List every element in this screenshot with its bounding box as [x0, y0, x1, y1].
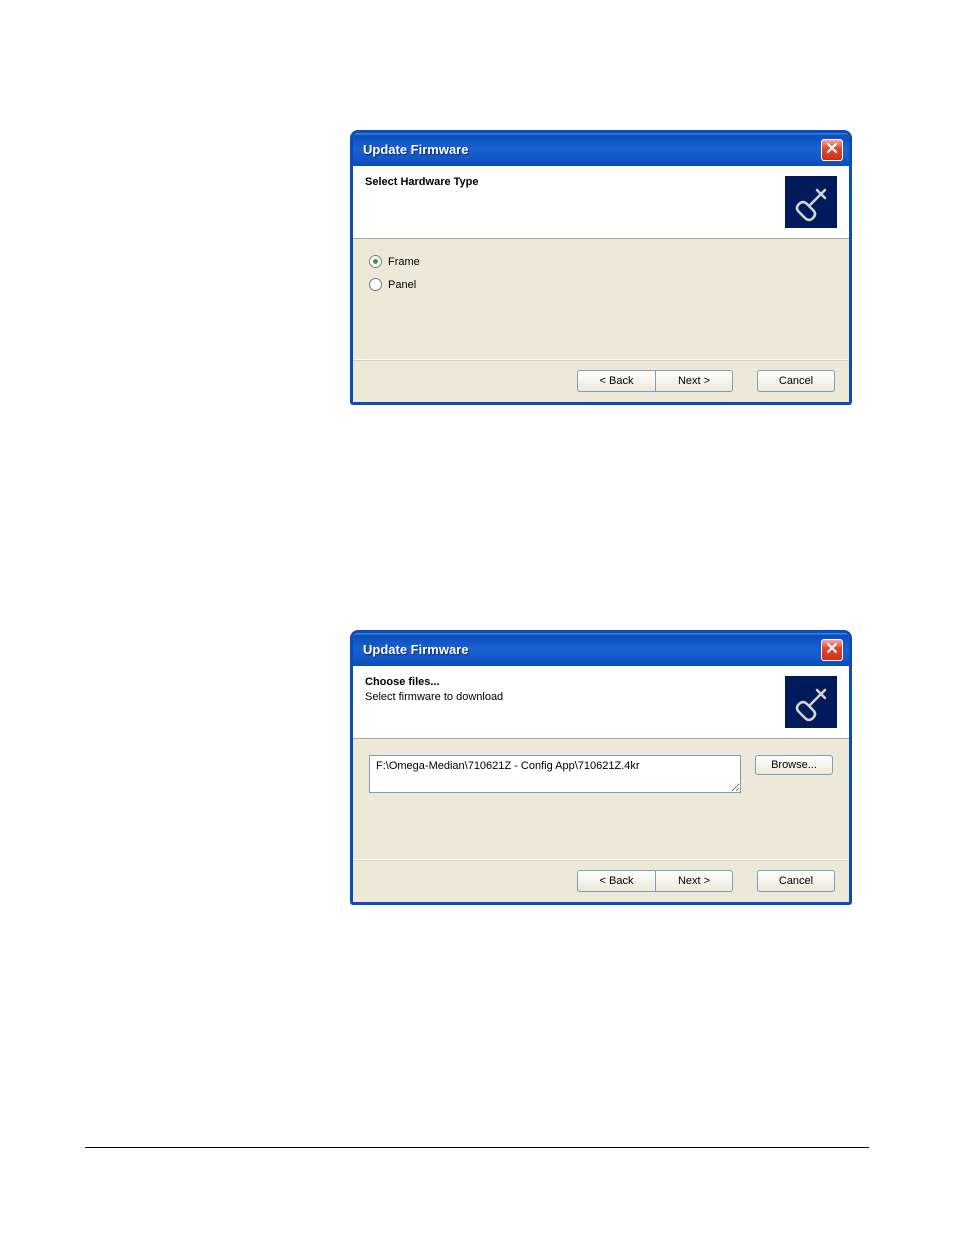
wizard-button-bar: < Back Next > Cancel [353, 359, 849, 402]
radio-icon [369, 278, 382, 291]
titlebar-title: Update Firmware [363, 642, 468, 657]
titlebar[interactable]: Update Firmware [353, 133, 849, 166]
browse-button[interactable]: Browse... [755, 755, 833, 775]
wizard-header-text: Choose files... Select firmware to downl… [365, 676, 775, 703]
titlebar-title: Update Firmware [363, 142, 468, 157]
titlebar[interactable]: Update Firmware [353, 633, 849, 666]
radio-label: Panel [388, 279, 416, 291]
close-icon [826, 142, 838, 157]
update-firmware-dialog-hardware: Update Firmware Select Hardware Type Fra… [350, 130, 852, 405]
wizard-content: Frame Panel [353, 239, 849, 359]
cancel-button[interactable]: Cancel [757, 370, 835, 392]
firmware-icon [785, 676, 837, 728]
firmware-path-input[interactable] [369, 755, 741, 793]
close-button[interactable] [821, 639, 843, 661]
next-button[interactable]: Next > [655, 870, 733, 892]
radio-label: Frame [388, 256, 420, 268]
wizard-button-bar: < Back Next > Cancel [353, 859, 849, 902]
wizard-step-title: Select Hardware Type [365, 176, 775, 188]
file-chooser-row: Browse... [369, 755, 833, 793]
wizard-header-text: Select Hardware Type [365, 176, 775, 191]
radio-option-panel[interactable]: Panel [369, 278, 833, 291]
close-icon [826, 642, 838, 657]
back-button[interactable]: < Back [577, 370, 655, 392]
radio-option-frame[interactable]: Frame [369, 255, 833, 268]
wizard-content: Browse... [353, 739, 849, 859]
button-spacer [733, 870, 757, 892]
update-firmware-dialog-files: Update Firmware Choose files... Select f… [350, 630, 852, 905]
wizard-header: Select Hardware Type [353, 166, 849, 239]
wizard-step-title: Choose files... [365, 676, 775, 688]
radio-icon [369, 255, 382, 268]
wizard-header: Choose files... Select firmware to downl… [353, 666, 849, 739]
back-button[interactable]: < Back [577, 870, 655, 892]
next-button[interactable]: Next > [655, 370, 733, 392]
firmware-icon [785, 176, 837, 228]
wizard-step-subtitle: Select firmware to download [365, 691, 775, 703]
cancel-button[interactable]: Cancel [757, 870, 835, 892]
close-button[interactable] [821, 139, 843, 161]
page-footer-divider [85, 1147, 869, 1148]
button-spacer [733, 370, 757, 392]
